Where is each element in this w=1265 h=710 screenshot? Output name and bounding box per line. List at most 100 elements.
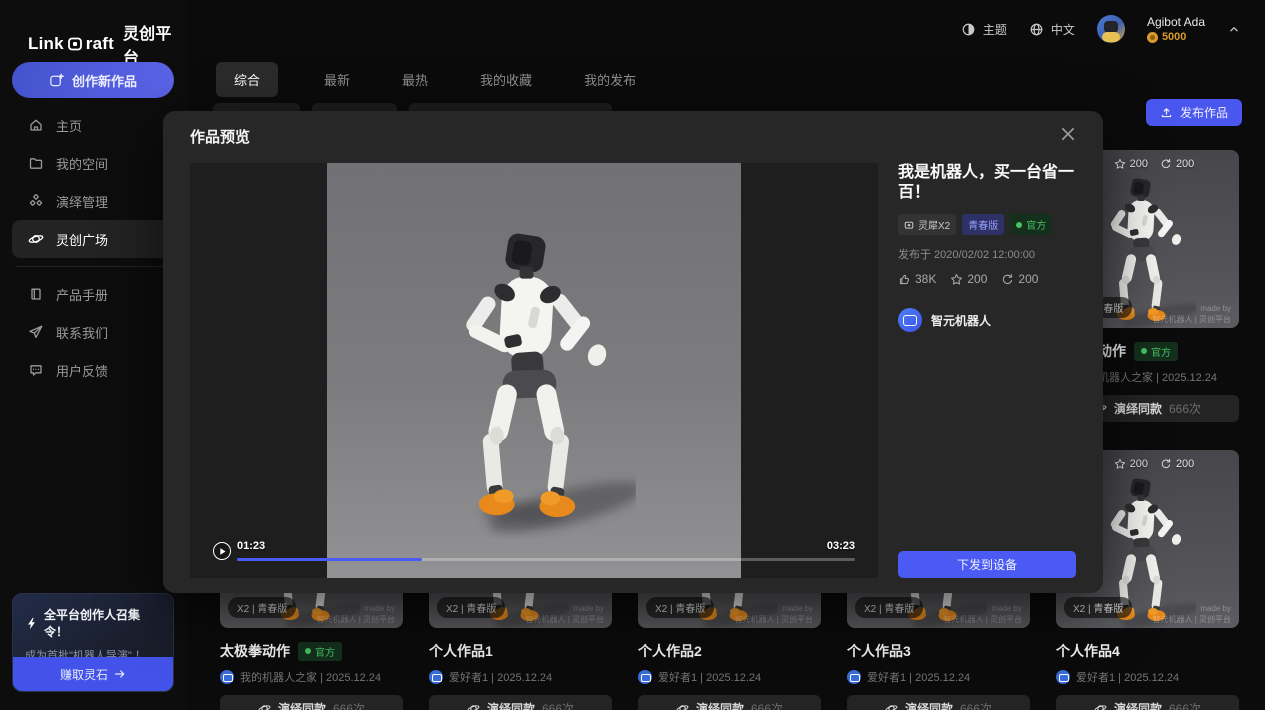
share-stat[interactable]: 200 (1001, 272, 1038, 286)
sidebar-item-label: 联系我们 (56, 323, 108, 342)
work-stats: 38K 200 200 (898, 272, 1076, 286)
card-author: 爱好者1 | 2025.12.24 (847, 669, 1030, 685)
author-name: 智元机器人 (931, 312, 991, 329)
planet-icon (676, 702, 689, 710)
author-avatar-icon (1056, 670, 1070, 684)
sidebar-item-label: 我的空间 (56, 154, 108, 173)
author-avatar-icon (898, 308, 922, 332)
watermark: made by智元机器人 | 灵创平台 (943, 603, 1022, 625)
player-controls: 01:23 03:23 (190, 538, 878, 570)
send-icon (28, 324, 44, 340)
deploy-to-device-button[interactable]: 下发到设备 (898, 551, 1076, 578)
publish-work-button[interactable]: 发布作品 (1146, 99, 1242, 126)
progress-bar[interactable] (237, 558, 855, 561)
feedback-icon (28, 362, 44, 378)
sidebar-nav: 主页我的空间演绎管理灵创广场产品手册联系我们用户反馈 (12, 106, 174, 389)
lightning-icon (25, 617, 38, 630)
author-avatar-icon (847, 670, 861, 684)
watermark: made by智元机器人 | 灵创平台 (734, 603, 813, 625)
author-avatar-icon (638, 670, 652, 684)
author-and-date: 我的机器人之家 | 2025.12.24 (240, 669, 381, 685)
remix-button[interactable]: 演绎同款666次 (847, 695, 1030, 710)
sidebar-item-label: 用户反馈 (56, 361, 108, 380)
official-tag: 官方 (1010, 214, 1052, 235)
sidebar-item-book[interactable]: 产品手册 (12, 275, 174, 313)
edition-tag: 青春版 (962, 214, 1004, 235)
like-stat[interactable]: 38K (898, 272, 936, 286)
green-dot-icon (305, 648, 311, 654)
earn-gems-button[interactable]: 赚取灵石 (13, 657, 173, 691)
model-tag: 灵犀X2 (898, 214, 956, 235)
sidebar-item-folder[interactable]: 我的空间 (12, 144, 174, 182)
create-icon (49, 73, 64, 88)
author-and-date: 爱好者1 | 2025.12.24 (867, 669, 970, 685)
promo-title-row: 全平台创作人召集令！ (13, 594, 173, 640)
close-icon[interactable] (1061, 125, 1079, 143)
model-edition-badge: X2 | 青春版 (228, 597, 296, 618)
remix-button[interactable]: 演绎同款666次 (1056, 695, 1239, 710)
remix-button[interactable]: 演绎同款666次 (220, 695, 403, 710)
brand-c-icon (67, 36, 83, 52)
tab-我的收藏[interactable]: 我的收藏 (474, 62, 538, 97)
robot-video-figure (409, 221, 644, 539)
brand-part1: Link (28, 34, 64, 54)
tab-最新[interactable]: 最新 (318, 62, 356, 97)
model-edition-badge: X2 | 青春版 (855, 597, 923, 618)
card-author: 爱好者1 | 2025.12.24 (429, 669, 612, 685)
share-stat: 200 (1160, 158, 1194, 170)
creator-promo-card: 全平台创作人召集令！ 成为首批"机器人导演" ！ 赚取灵石 (12, 593, 174, 692)
star-stat: 200 (1114, 158, 1148, 170)
current-time: 01:23 (237, 540, 265, 552)
sort-tabs: 综合 最新 最热 我的收藏 我的发布 (216, 62, 642, 97)
tab-最热[interactable]: 最热 (396, 62, 434, 97)
model-edition-badge: X2 | 青春版 (646, 597, 714, 618)
publish-date: 发布于 2020/02/02 12:00:00 (898, 246, 1076, 262)
watermark: made by智元机器人 | 灵创平台 (525, 603, 604, 625)
star-stat[interactable]: 200 (950, 272, 987, 286)
work-preview-modal: 作品预览 01:23 03:23 我是机器人，买一台省一百！ 灵犀X2 青春版 (163, 111, 1103, 593)
card-author: 我的机器人之家 | 2025.12.24 (220, 669, 403, 685)
app-root: Link raft 灵创平台 创作新作品 主页我的空间演绎管理灵创广场产品手册联系… (0, 0, 1265, 710)
remix-button[interactable]: 演绎同款666次 (429, 695, 612, 710)
watermark: made by智元机器人 | 灵创平台 (316, 603, 395, 625)
arrow-right-icon (114, 668, 126, 680)
modal-title: 作品预览 (190, 126, 250, 147)
sidebar-item-feedback[interactable]: 用户反馈 (12, 351, 174, 389)
sidebar-item-send[interactable]: 联系我们 (12, 313, 174, 351)
planet-icon (1094, 702, 1107, 710)
cubes-icon (28, 193, 44, 209)
total-duration: 03:23 (827, 540, 855, 552)
share-stat: 200 (1160, 458, 1194, 470)
watermark: made by智元机器人 | 灵创平台 (1152, 603, 1231, 625)
work-author[interactable]: 智元机器人 (898, 308, 1076, 332)
brand-part2: raft (86, 34, 114, 54)
sidebar-item-planet[interactable]: 灵创广场 (12, 220, 174, 258)
brand-platform: 灵创平台 (123, 20, 186, 68)
card-title: 个人作品1 (429, 641, 493, 661)
planet-icon (258, 702, 271, 710)
author-avatar-icon (220, 670, 234, 684)
model-edition-badge: X2 | 青春版 (437, 597, 505, 618)
card-title: 个人作品4 (1056, 641, 1120, 661)
sidebar: Link raft 灵创平台 创作新作品 主页我的空间演绎管理灵创广场产品手册联系… (0, 0, 186, 710)
remix-button[interactable]: 演绎同款666次 (638, 695, 821, 710)
work-tags: 灵犀X2 青春版 官方 (898, 214, 1076, 235)
official-badge: 官方 (1134, 342, 1178, 361)
sidebar-item-label: 灵创广场 (56, 230, 108, 249)
home-icon (28, 117, 44, 133)
tab-我的发布[interactable]: 我的发布 (578, 62, 642, 97)
folder-icon (28, 155, 44, 171)
watermark: made by智元机器人 | 灵创平台 (1152, 303, 1231, 325)
video-frame (327, 163, 741, 578)
work-details-panel: 我是机器人，买一台省一百！ 灵犀X2 青春版 官方 发布于 2020/02/02… (898, 163, 1076, 332)
planet-icon (28, 231, 44, 247)
sidebar-item-home[interactable]: 主页 (12, 106, 174, 144)
tab-综合[interactable]: 综合 (216, 62, 278, 97)
create-new-work-button[interactable]: 创作新作品 (12, 62, 174, 98)
video-player[interactable]: 01:23 03:23 (190, 163, 878, 578)
star-stat: 200 (1114, 458, 1148, 470)
card-title: 个人作品2 (638, 641, 702, 661)
sidebar-item-cubes[interactable]: 演绎管理 (12, 182, 174, 220)
model-edition-badge: X2 | 青春版 (1064, 597, 1132, 618)
play-button[interactable] (213, 542, 231, 560)
